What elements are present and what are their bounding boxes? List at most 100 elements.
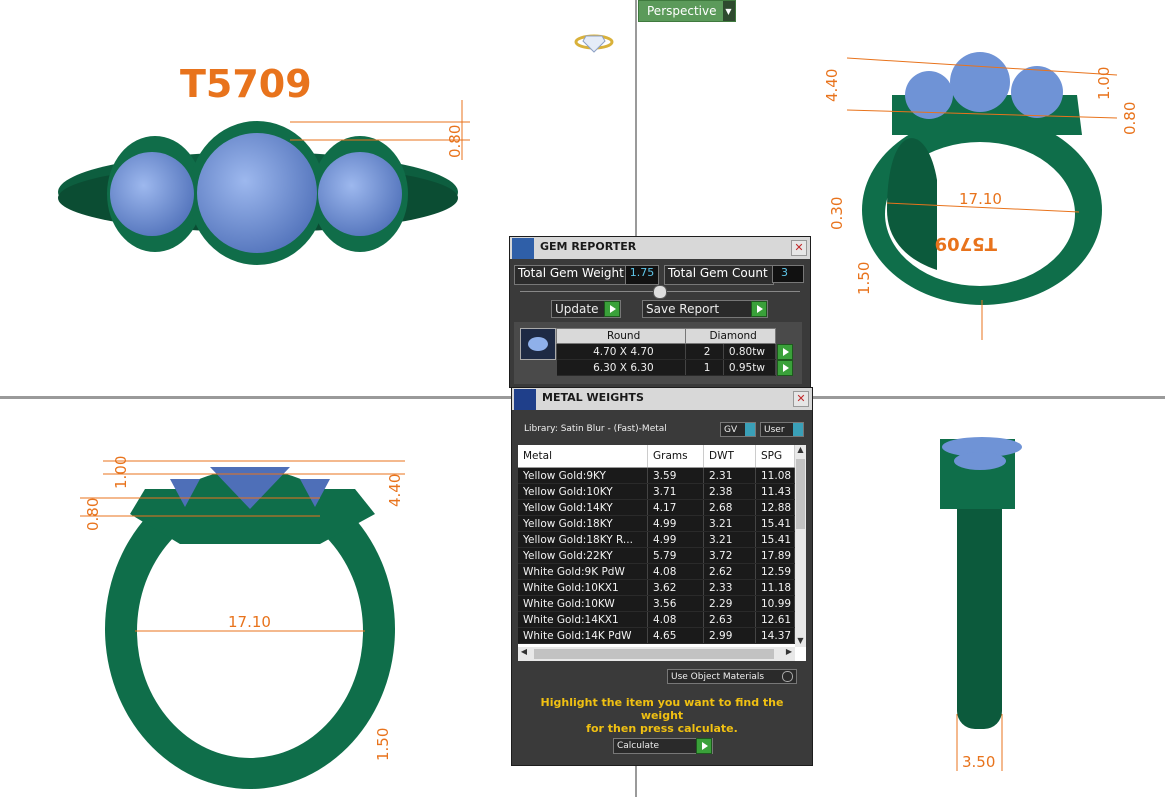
toggle-indicator-icon — [793, 423, 803, 436]
grams-cell: 4.99 — [647, 531, 704, 548]
metal-name-cell: White Gold:9K PdW — [518, 563, 648, 580]
library-label: Library: Satin Blur - (Fast)-Metal — [524, 424, 667, 434]
calculate-label: Calculate — [617, 741, 660, 751]
table-row[interactable]: White Gold:9K PdW 4.08 2.62 12.59 — [518, 563, 795, 580]
dim-label: 3.50 — [962, 753, 995, 771]
dim-label: 17.10 — [228, 613, 271, 631]
gem-reporter-panel: GEM REPORTER ✕ Total Gem Weight 1.75 Tot… — [509, 236, 811, 388]
metal-name-cell: Yellow Gold:10KY — [518, 483, 648, 500]
grams-cell: 3.59 — [647, 467, 704, 484]
gem-reporter-titlebar[interactable]: GEM REPORTER ✕ — [510, 237, 810, 259]
user-toggle[interactable]: User — [760, 422, 804, 437]
table-row[interactable]: Yellow Gold:18KY R... 4.99 3.21 15.41 — [518, 531, 795, 548]
splitter-knob-icon[interactable] — [653, 285, 667, 299]
dwt-cell: 2.29 — [703, 595, 756, 612]
update-label: Update — [555, 302, 599, 316]
metal-weights-panel: METAL WEIGHTS ✕ Library: Satin Blur - (F… — [511, 387, 813, 766]
gem-table: Round Diamond 4.70 X 4.70 2 0.80tw 6.30 … — [555, 328, 777, 376]
horizontal-scrollbar[interactable]: ◀ ▶ — [518, 647, 795, 661]
gem-list-area: Round Diamond 4.70 X 4.70 2 0.80tw 6.30 … — [514, 322, 802, 384]
calculate-hint: Highlight the item you want to find the … — [518, 696, 806, 735]
spg-cell: 11.08 — [755, 467, 795, 484]
play-icon — [604, 301, 620, 317]
metal-name-cell: Yellow Gold:18KY R... — [518, 531, 648, 548]
dwt-cell: 2.68 — [703, 499, 756, 516]
dim-label: 1.50 — [855, 262, 873, 295]
gem-material-header: Diamond — [685, 328, 776, 344]
table-row[interactable]: Yellow Gold:14KY 4.17 2.68 12.88 — [518, 499, 795, 516]
use-object-materials-toggle[interactable]: Use Object Materials — [667, 669, 797, 684]
table-row[interactable]: White Gold:14KX1 4.08 2.63 12.61 — [518, 611, 795, 628]
grams-cell: 3.56 — [647, 595, 704, 612]
close-icon[interactable]: ✕ — [791, 240, 807, 256]
update-button[interactable]: Update — [551, 300, 621, 318]
save-report-button[interactable]: Save Report — [642, 300, 768, 318]
metal-name-cell: Yellow Gold:9KY — [518, 467, 648, 484]
toggle-indicator-icon — [745, 423, 755, 436]
gem-weight: 0.80tw — [723, 343, 777, 360]
scroll-down-icon[interactable]: ▼ — [795, 636, 806, 647]
spg-cell: 15.41 — [755, 531, 795, 548]
dim-label: 0.80 — [1121, 102, 1139, 135]
scroll-left-icon[interactable]: ◀ — [518, 647, 530, 656]
hint-line-1: Highlight the item you want to find the … — [540, 696, 784, 722]
table-row[interactable]: White Gold:10KW 3.56 2.29 10.99 — [518, 595, 795, 612]
spg-cell: 11.43 — [755, 483, 795, 500]
diamond-logo-icon — [574, 34, 614, 53]
table-row[interactable]: White Gold:14K PdW 4.65 2.99 14.37 — [518, 627, 795, 644]
metal-name-cell: White Gold:10KX1 — [518, 579, 648, 596]
metal-name-cell: Yellow Gold:22KY — [518, 547, 648, 564]
table-row[interactable]: Yellow Gold:22KY 5.79 3.72 17.89 — [518, 547, 795, 564]
gem-reporter-logo-icon — [512, 238, 534, 259]
gem-row-play-button[interactable] — [777, 360, 793, 376]
gem-row[interactable]: 4.70 X 4.70 2 0.80tw — [556, 343, 777, 360]
dwt-cell: 3.72 — [703, 547, 756, 564]
dim-label: 1.00 — [112, 456, 130, 489]
scroll-thumb[interactable] — [796, 459, 805, 529]
spg-cell: 14.37 — [755, 627, 795, 644]
dim-label: 1.50 — [374, 728, 392, 761]
calculate-button[interactable]: Calculate — [613, 738, 713, 754]
dwt-cell: 2.99 — [703, 627, 756, 644]
table-row[interactable]: White Gold:10KX1 3.62 2.33 11.18 — [518, 579, 795, 596]
save-report-label: Save Report — [646, 302, 720, 316]
gem-row-play-button[interactable] — [777, 344, 793, 360]
grams-cell: 4.17 — [647, 499, 704, 516]
dwt-cell: 2.31 — [703, 467, 756, 484]
metal-name-cell: White Gold:14K PdW — [518, 627, 648, 644]
table-row[interactable]: Yellow Gold:9KY 3.59 2.31 11.08 — [518, 467, 795, 484]
column-header-dwt[interactable]: DWT — [703, 445, 756, 468]
metal-name-cell: White Gold:14KX1 — [518, 611, 648, 628]
gem-weight: 0.95tw — [723, 359, 777, 376]
gem-size: 6.30 X 6.30 — [556, 359, 687, 376]
table-row[interactable]: Yellow Gold:18KY 4.99 3.21 15.41 — [518, 515, 795, 532]
metal-table: Metal Grams DWT SPG Yellow Gold:9KY 3.59 2… — [518, 445, 795, 644]
gv-toggle[interactable]: GV — [720, 422, 756, 437]
chevron-down-icon[interactable]: ▼ — [722, 1, 735, 21]
table-row[interactable]: Yellow Gold:10KY 3.71 2.38 11.43 — [518, 483, 795, 500]
scroll-thumb[interactable] — [534, 649, 774, 659]
gv-label: GV — [724, 424, 738, 435]
mirrored-code-label: T5709 — [935, 233, 997, 254]
total-gem-weight-value: 1.75 — [625, 265, 659, 285]
spg-cell: 12.59 — [755, 563, 795, 580]
total-gem-count-label: Total Gem Count — [664, 265, 774, 285]
dim-label: 0.80 — [446, 125, 464, 158]
metal-name-cell: White Gold:10KW — [518, 595, 648, 612]
scroll-up-icon[interactable]: ▲ — [795, 445, 806, 456]
column-header-grams[interactable]: Grams — [647, 445, 704, 468]
user-label: User — [764, 424, 785, 435]
grams-cell: 4.65 — [647, 627, 704, 644]
gem-shape-header: Round — [555, 328, 687, 344]
perspective-dropdown[interactable]: Perspective ▼ — [638, 0, 736, 22]
metal-weights-titlebar[interactable]: METAL WEIGHTS ✕ — [512, 388, 812, 410]
metal-name-cell: Yellow Gold:18KY — [518, 515, 648, 532]
column-header-metal[interactable]: Metal — [518, 445, 648, 468]
vertical-scrollbar[interactable]: ▲ ▼ — [795, 445, 806, 647]
gem-count: 1 — [685, 359, 724, 376]
gem-row[interactable]: 6.30 X 6.30 1 0.95tw — [556, 359, 777, 376]
column-header-spg[interactable]: SPG — [755, 445, 795, 468]
close-icon[interactable]: ✕ — [793, 391, 809, 407]
scroll-right-icon[interactable]: ▶ — [783, 647, 795, 656]
spg-cell: 17.89 — [755, 547, 795, 564]
